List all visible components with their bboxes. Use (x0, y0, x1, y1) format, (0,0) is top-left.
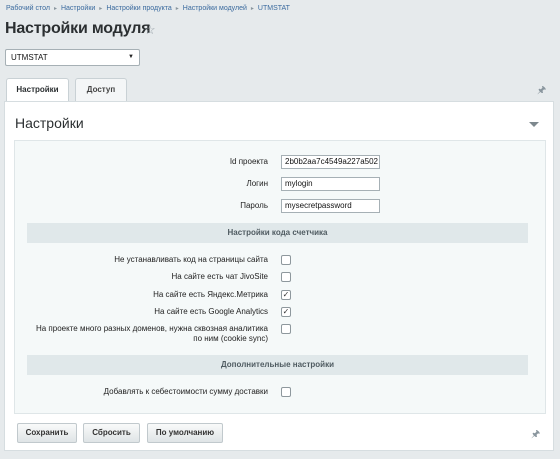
panel-title: Настройки (15, 115, 84, 131)
option-google-analytics-label: На сайте есть Google Analytics (154, 307, 268, 316)
option-google-analytics-checkbox[interactable]: ✓ (281, 307, 291, 317)
section-counter-header: Настройки кода счетчика (27, 223, 528, 243)
option-cookie-sync-label: На проекте много разных доменов, нужна с… (36, 324, 268, 344)
option-jivosite-checkbox[interactable] (281, 272, 291, 282)
chevron-down-icon: ▼ (128, 54, 134, 60)
option-cookie-sync-checkbox[interactable] (281, 324, 291, 334)
password-label: Пароль (240, 201, 268, 210)
login-label: Логин (246, 179, 268, 188)
breadcrumb-item-product-settings[interactable]: Настройки продукта (106, 5, 171, 12)
option-no-code-checkbox[interactable] (281, 255, 291, 265)
project-id-label: Id проекта (229, 157, 268, 166)
star-icon[interactable]: ☆ (144, 23, 156, 36)
breadcrumb-item-utmstat[interactable]: UTMSTAT (258, 5, 290, 12)
settings-form: Id проекта 2b0b2aa7c4549a227a502 Логин m… (14, 140, 546, 414)
breadcrumb-separator-icon: ▸ (175, 6, 179, 12)
breadcrumb-item-settings[interactable]: Настройки (61, 5, 95, 12)
pin-icon[interactable]: 🖈 (537, 83, 546, 100)
breadcrumb-separator-icon: ▸ (53, 6, 57, 12)
checkmark-icon: ✓ (282, 307, 290, 316)
page-title: Настройки модуля (5, 20, 151, 37)
breadcrumb-item-desktop[interactable]: Рабочий стол (6, 5, 50, 12)
project-id-field[interactable]: 2b0b2aa7c4549a227a502 (281, 155, 380, 169)
option-delivery-cost-checkbox[interactable] (281, 387, 291, 397)
pin-icon[interactable]: 🖈 (531, 427, 540, 444)
breadcrumb: Рабочий стол ▸ Настройки ▸ Настройки продукт… (6, 5, 290, 12)
option-cookie-sync-label-line1: На проекте много разных доменов, нужна с… (35, 324, 268, 333)
login-field[interactable]: mylogin (281, 177, 380, 191)
option-yandex-metrika-label: На сайте есть Яндекс.Метрика (153, 290, 268, 299)
tab-access[interactable]: Доступ (75, 78, 127, 101)
option-no-code-label: Не устанавливать код на страницы сайта (114, 255, 268, 264)
breadcrumb-separator-icon: ▸ (250, 6, 254, 12)
settings-panel: Настройки Id проекта 2b0b2aa7c4549a227a5… (4, 101, 554, 451)
save-button[interactable]: Сохранить (17, 423, 77, 443)
collapse-caret-icon[interactable] (529, 122, 539, 127)
module-select[interactable]: UTMSTAT ▼ (5, 49, 140, 66)
option-cookie-sync-label-line2: по ним (cookie sync) (193, 334, 268, 343)
breadcrumb-separator-icon: ▸ (99, 6, 103, 12)
tab-settings[interactable]: Настройки (6, 78, 69, 101)
module-select-value: UTMSTAT (11, 53, 48, 62)
option-yandex-metrika-checkbox[interactable]: ✓ (281, 290, 291, 300)
checkmark-icon: ✓ (282, 290, 290, 299)
default-button[interactable]: По умолчанию (147, 423, 223, 443)
reset-button[interactable]: Сбросить (83, 423, 140, 443)
option-jivosite-label: На сайте есть чат JivoSite (171, 272, 268, 281)
breadcrumb-item-module-settings[interactable]: Настройки модулей (183, 5, 247, 12)
option-delivery-cost-label: Добавлять к себестоимости сумму доставки (103, 387, 268, 396)
section-extra-header: Дополнительные настройки (27, 355, 528, 375)
password-field[interactable]: mysecretpassword (281, 199, 380, 213)
